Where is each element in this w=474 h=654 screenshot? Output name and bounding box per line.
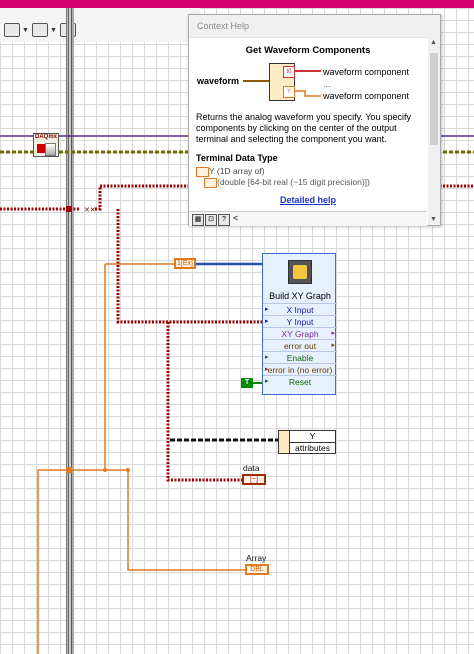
xy-row-label: error out xyxy=(283,341,317,351)
wire-tunnel xyxy=(66,206,72,212)
component-y[interactable]: Y xyxy=(290,431,335,443)
xy-row-label: XY Graph xyxy=(281,329,319,339)
wire-junction xyxy=(126,468,130,472)
function-description: Returns the analog waveform you specify.… xyxy=(196,112,411,144)
build-xy-graph-node[interactable]: Build XY Graph ▸ X Input ▸ Y Input XY Grap… xyxy=(262,253,337,395)
context-help-window[interactable]: Context Help ▲ ▼ Get Waveform Components… xyxy=(188,14,441,226)
array-indicator-terminal[interactable]: DBL xyxy=(245,564,269,575)
terminal-type-line-1: Y (1D array of) xyxy=(209,166,265,176)
xy-row-label: Y Input xyxy=(286,317,314,327)
waveform-input-terminal xyxy=(279,431,290,453)
build-xy-graph-title: Build XY Graph xyxy=(269,291,331,301)
output-label-bottom: waveform component xyxy=(323,91,410,101)
get-waveform-components-node[interactable]: Y attributes xyxy=(278,430,336,454)
data-indicator-terminal[interactable]: [~] xyxy=(242,474,266,485)
xy-row-label: X Input xyxy=(286,305,314,315)
t0-terminal: t0 xyxy=(283,66,295,78)
detailed-help-link[interactable]: Detailed help xyxy=(189,195,427,205)
xy-row-label: Reset xyxy=(288,377,312,387)
lock-icon[interactable]: ⊡ xyxy=(205,214,217,226)
data-label: data xyxy=(243,463,260,473)
coercion-glyph: ✕✕ xyxy=(84,207,96,214)
terminal-type-heading: Terminal Data Type xyxy=(196,153,278,163)
scroll-down-icon[interactable]: ▼ xyxy=(430,216,437,223)
daqmx-label: DAQmx xyxy=(35,134,58,140)
xy-row-label: Enable xyxy=(286,353,314,363)
wire-junction xyxy=(103,468,107,472)
wire-tunnel xyxy=(66,467,72,473)
xy-terminal-reset[interactable]: ▸ Reset xyxy=(263,375,337,388)
y-terminal: Y xyxy=(283,86,295,98)
from-dynamic-data-node[interactable]: 1[Ex] xyxy=(174,258,196,269)
daqmx-read-node[interactable]: DAQmx xyxy=(33,133,59,157)
question-icon[interactable]: ? xyxy=(218,214,230,226)
output-ellipsis: ... xyxy=(323,79,331,89)
stage-icon[interactable]: ▦ xyxy=(192,214,204,226)
context-help-footer: ▦ ⊡ ? < xyxy=(189,211,427,226)
wire-error xyxy=(166,322,242,482)
array-label: Array xyxy=(246,553,267,563)
xy-row-label: error in (no error) xyxy=(267,365,333,375)
terminal-type-line-2: (double [64-bit real (~15 digit precisio… xyxy=(217,177,370,187)
input-arrow-icon: ▸ xyxy=(265,378,269,385)
component-attributes[interactable]: attributes xyxy=(290,443,335,453)
help-node-icon: t0 Y xyxy=(269,63,295,101)
output-label-top: waveform component xyxy=(323,67,410,77)
back-arrow-icon[interactable]: < xyxy=(233,213,238,223)
true-constant[interactable]: T xyxy=(241,378,253,388)
wire-orange xyxy=(105,469,245,571)
waveform-icon xyxy=(45,143,56,156)
wire-orange xyxy=(37,264,106,654)
build-xy-graph-icon xyxy=(288,260,312,284)
double-type-icon xyxy=(204,178,217,188)
array-type-icon xyxy=(196,167,209,177)
